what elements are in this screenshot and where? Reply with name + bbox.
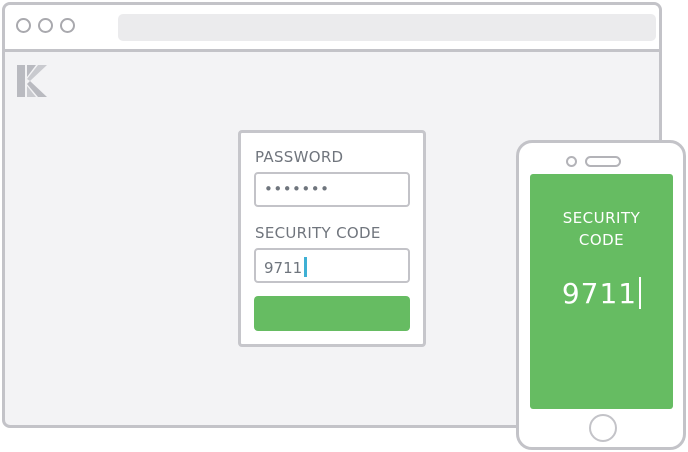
phone-security-code-label-text: SECURITY CODE bbox=[562, 209, 641, 249]
security-code-value: 9711 bbox=[264, 259, 303, 277]
camera-icon bbox=[566, 156, 577, 167]
password-mask: ••••••• bbox=[264, 180, 330, 198]
browser-toolbar bbox=[5, 5, 659, 52]
phone-text-caret bbox=[639, 277, 642, 309]
window-maximize-dot[interactable] bbox=[60, 18, 75, 33]
password-field[interactable]: ••••••• bbox=[254, 172, 410, 207]
window-close-dot[interactable] bbox=[16, 18, 31, 33]
submit-button[interactable] bbox=[254, 296, 410, 331]
phone-security-code-label: SECURITY CODE bbox=[530, 207, 673, 251]
password-label: PASSWORD bbox=[255, 148, 344, 166]
brand-logo-icon bbox=[17, 65, 47, 97]
login-card: PASSWORD ••••••• SECURITY CODE 9711 bbox=[238, 130, 426, 347]
phone-code-display: 9711 bbox=[530, 277, 673, 310]
speaker-icon bbox=[585, 156, 621, 167]
security-code-label: SECURITY CODE bbox=[255, 224, 381, 242]
window-minimize-dot[interactable] bbox=[38, 18, 53, 33]
phone-code-value: 9711 bbox=[561, 277, 638, 310]
security-code-value-wrap: 9711 bbox=[264, 257, 308, 277]
text-caret bbox=[304, 257, 308, 277]
phone-home-button[interactable] bbox=[589, 414, 617, 442]
address-bar[interactable] bbox=[118, 14, 656, 41]
security-code-field[interactable]: 9711 bbox=[254, 248, 410, 283]
phone-device: SECURITY CODE 9711 bbox=[516, 140, 686, 450]
phone-screen: SECURITY CODE 9711 bbox=[530, 174, 673, 409]
